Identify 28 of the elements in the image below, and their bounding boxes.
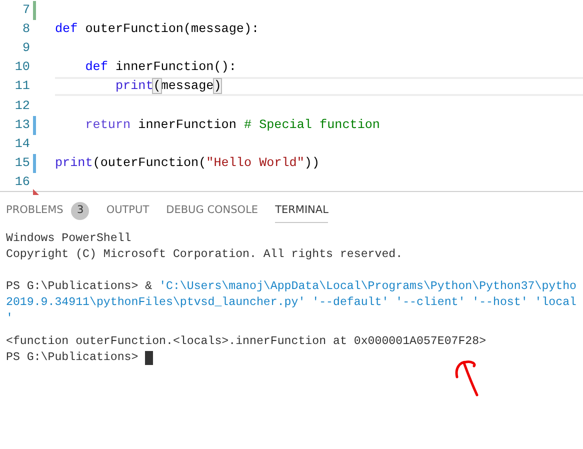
problem-count: 3 [71,202,90,220]
code-line: def innerFunction(): [84,59,236,76]
line-number: 14 [14,136,30,153]
terminal-line: PS G:\Publications> [6,350,140,366]
line-number: 10 [14,59,30,76]
line-number: 12 [14,98,30,115]
terminal-cursor [145,351,154,365]
terminal-line: Windows PowerShell [6,231,132,247]
code-line: print(message) [114,78,222,96]
line-number: 9 [21,40,30,58]
code-line: return innerFunction # Special function [84,116,380,134]
code-line: def outerFunction(message): [55,21,260,38]
line-number: 7 [21,2,30,20]
terminal-line: ' [6,311,13,327]
terminal-line: 2019.9.34911\pythonFiles\ptvsd_launcher.py' '--default' '--client' '--host' 'local [6,295,577,311]
panel-tab[interactable]: OUTPUT [106,199,150,223]
line-number: 16 [14,174,30,191]
line-number: 13 [14,116,30,134]
line-number: 15 [14,154,30,172]
panel-tab[interactable]: PROBLEMS 3 [6,199,90,223]
code-line: print(outerFunction("Hello World")) [55,154,320,172]
line-number: 11 [14,78,30,96]
panel-tab[interactable]: TERMINAL [275,199,328,223]
line-number: 8 [21,21,30,38]
terminal-line: <function outerFunction.<locals>.innerFunction at 0x000001A057E07F28> [6,334,486,350]
terminal-line: PS G:\Publications> & 'C:\Users\manoj\AppData\Local\Programs\Python\Python37\pytho [6,279,577,295]
panel-tab[interactable]: DEBUG CONSOLE [166,199,258,223]
terminal-line: Copyright (C) Microsoft Corporation. All rights reserved. [6,247,403,263]
